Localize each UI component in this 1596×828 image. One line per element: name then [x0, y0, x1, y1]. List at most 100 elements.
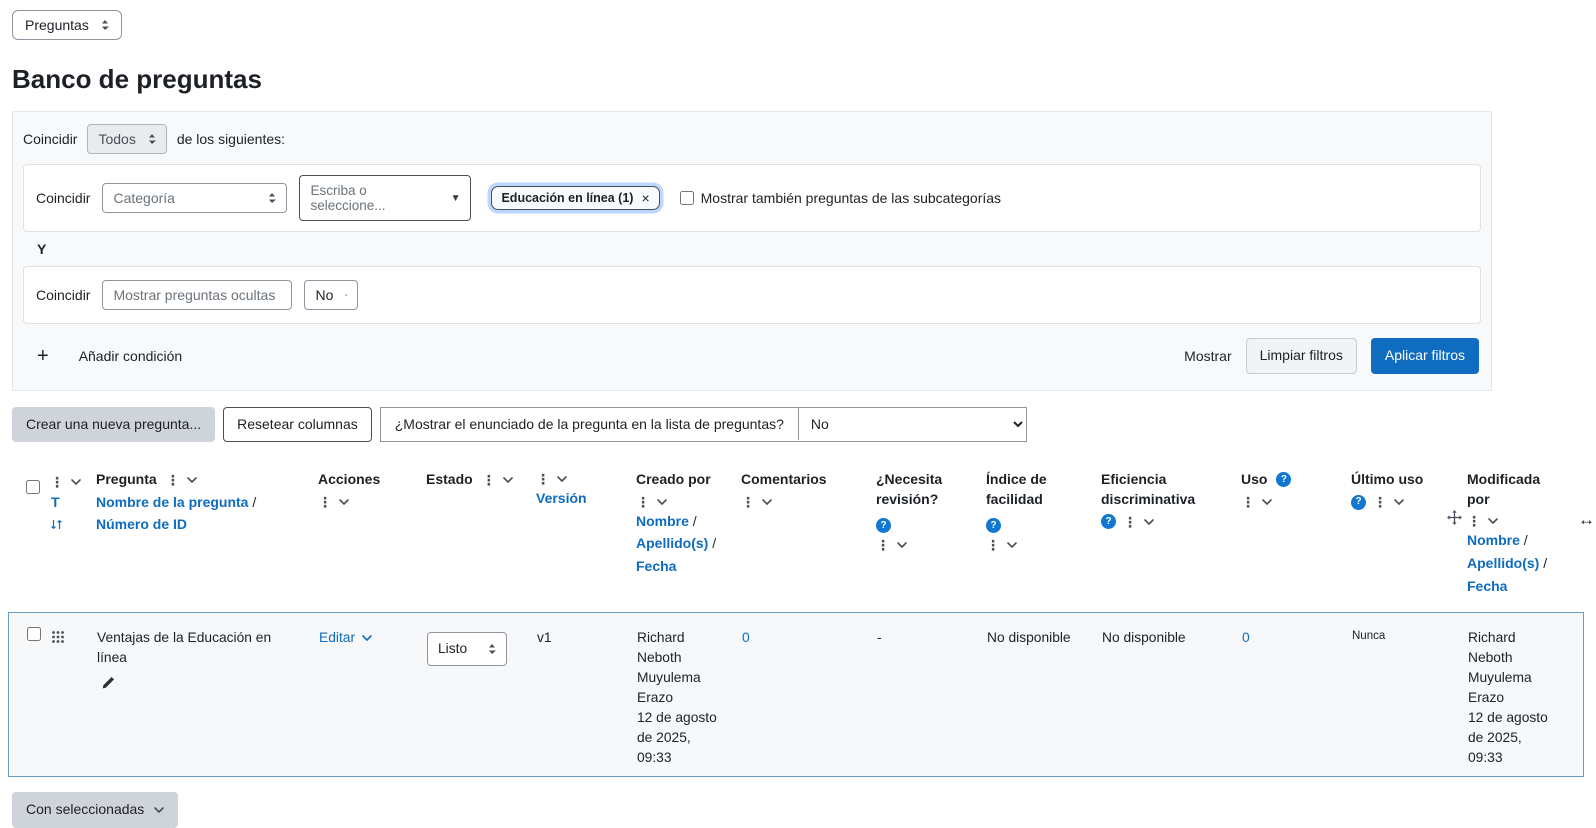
chevron-down-icon[interactable] — [1262, 499, 1272, 505]
chevron-down-icon[interactable] — [1488, 518, 1498, 524]
filter-row-hidden: Coincidir Mostrar preguntas ocultas No — [23, 266, 1481, 324]
sort-version-link[interactable]: Versión — [536, 490, 587, 506]
header-select-all — [8, 464, 44, 604]
category-combobox[interactable]: Escriba o seleccione... ▼ — [299, 175, 471, 221]
filter-row-category: Coincidir Categoría Escriba o seleccione… — [23, 164, 1481, 232]
sort-created-date-link[interactable]: Fecha — [636, 558, 676, 574]
help-icon[interactable]: ? — [986, 518, 1001, 533]
modified-by-name: Richard Neboth Muyulema Erazo — [1468, 628, 1558, 708]
subcategories-label[interactable]: Mostrar también preguntas de las subcate… — [701, 190, 1001, 206]
sort-type-link[interactable]: T — [51, 493, 84, 513]
column-menu-icon[interactable]: ⋮ — [166, 473, 180, 487]
row-checkbox[interactable] — [27, 627, 41, 641]
question-text-display-label: ¿Mostrar el enunciado de la pregunta en … — [381, 416, 798, 432]
chevron-down-icon[interactable] — [187, 477, 197, 483]
select-all-checkbox[interactable] — [26, 480, 40, 494]
needs-checking-header-label: ¿Necesita revisión? — [876, 470, 974, 509]
add-condition-button[interactable]: + Añadir condición — [25, 346, 182, 366]
sort-created-surname-link[interactable]: Apellido(s) — [636, 535, 708, 551]
sort-modified-name-link[interactable]: Nombre — [1467, 532, 1520, 548]
chevron-down-icon[interactable] — [503, 477, 513, 483]
column-menu-icon[interactable]: ⋮ — [318, 495, 332, 509]
actions-header-label: Acciones — [318, 470, 414, 490]
clear-filters-button[interactable]: Limpiar filtros — [1246, 338, 1357, 374]
edit-menu[interactable]: Editar — [319, 628, 372, 648]
page-mode-select[interactable]: Preguntas — [12, 10, 122, 40]
subcategories-checkbox[interactable] — [680, 191, 694, 205]
plus-icon: + — [37, 346, 49, 366]
reset-columns-button[interactable]: Resetear columnas — [223, 407, 372, 443]
question-header-label: Pregunta — [96, 470, 157, 490]
chevron-down-icon — [362, 635, 372, 641]
match-type-value: Todos — [98, 131, 135, 147]
chevron-down-icon[interactable] — [71, 479, 81, 485]
remove-tag-icon[interactable]: × — [641, 191, 649, 205]
column-menu-icon[interactable]: ⋮ — [1123, 515, 1137, 529]
column-menu-icon[interactable]: ⋮ — [482, 473, 496, 487]
created-by-cell: Richard Neboth Muyulema Erazo 12 de agos… — [631, 613, 736, 776]
column-menu-icon[interactable]: ⋮ — [636, 495, 650, 509]
sort-created-name-link[interactable]: Nombre — [636, 513, 689, 529]
chevron-down-icon[interactable] — [1394, 499, 1404, 505]
top-navigation: Preguntas — [0, 0, 1596, 40]
created-by-name: Richard Neboth Muyulema Erazo — [637, 628, 726, 708]
comments-count-link[interactable]: 0 — [742, 630, 750, 645]
help-icon[interactable]: ? — [1351, 495, 1366, 510]
filter-field-select[interactable]: Categoría — [102, 183, 287, 213]
chevron-down-icon[interactable] — [762, 499, 772, 505]
chevron-down-icon[interactable] — [897, 542, 907, 548]
help-icon[interactable]: ? — [1276, 472, 1291, 487]
hidden-questions-value-select[interactable]: No — [304, 280, 358, 310]
resize-column-icon[interactable]: ↔ — [1578, 508, 1595, 532]
hidden-questions-select[interactable]: Mostrar preguntas ocultas — [102, 280, 292, 310]
question-text-display-select[interactable]: No — [798, 408, 1026, 440]
match-type-select[interactable]: Todos — [87, 124, 166, 154]
column-menu-icon[interactable]: ⋮ — [50, 475, 64, 489]
updown-icon — [345, 289, 347, 301]
status-select[interactable]: Listo — [427, 632, 507, 666]
sort-modified-surname-link[interactable]: Apellido(s) — [1467, 555, 1539, 571]
chevron-down-icon[interactable] — [1144, 519, 1154, 525]
chevron-down-icon[interactable] — [557, 476, 567, 482]
column-menu-icon[interactable]: ⋮ — [1467, 514, 1481, 528]
apply-filters-button[interactable]: Aplicar filtros — [1371, 338, 1479, 374]
question-bank-table: ⋮ T Pregunta ⋮ Nombre de la pregunta / N… — [8, 464, 1584, 777]
help-icon[interactable]: ? — [876, 518, 891, 533]
create-question-button[interactable]: Crear una nueva pregunta... — [12, 407, 215, 443]
sort-question-id-link[interactable]: Número de ID — [96, 516, 187, 532]
selected-category-tag[interactable]: Educación en línea (1) × — [491, 186, 659, 210]
chevron-down-icon[interactable] — [1007, 542, 1017, 548]
move-column-icon[interactable] — [1447, 510, 1462, 525]
sort-modified-date-link[interactable]: Fecha — [1467, 578, 1507, 594]
chevron-down-icon[interactable] — [339, 499, 349, 505]
help-icon[interactable]: ? — [1101, 514, 1116, 529]
column-menu-icon[interactable]: ⋮ — [1373, 495, 1387, 509]
header-discriminative-efficiency: Eficiencia discriminativa ? ⋮ — [1095, 464, 1235, 604]
question-name-cell: Ventajas de la Educación en línea — [91, 613, 313, 776]
question-name[interactable]: Ventajas de la Educación en línea — [97, 628, 303, 668]
modified-by-cell: Richard Neboth Muyulema Erazo 12 de agos… — [1462, 613, 1568, 776]
updown-icon — [148, 133, 156, 145]
needs-checking-cell: - — [871, 613, 981, 776]
with-selected-button[interactable]: Con seleccionadas — [12, 792, 178, 828]
sort-direction-icon[interactable] — [50, 518, 63, 531]
usage-count-link[interactable]: 0 — [1242, 630, 1250, 645]
facility-index-cell: No disponible — [981, 613, 1096, 776]
actions-cell: Editar — [313, 613, 421, 776]
page-mode-value: Preguntas — [25, 17, 89, 33]
selected-category-label: Educación en línea (1) — [501, 191, 633, 205]
header-modified-by: ↔ Modificada por ⋮ Nombre / Apellido(s) … — [1461, 464, 1567, 604]
sort-question-name-link[interactable]: Nombre de la pregunta — [96, 494, 248, 510]
column-menu-icon[interactable]: ⋮ — [536, 472, 550, 486]
column-menu-icon[interactable]: ⋮ — [986, 538, 1000, 552]
chevron-down-icon[interactable] — [657, 499, 667, 505]
match-suffix-label: de los siguientes: — [177, 131, 285, 147]
edit-name-icon[interactable] — [101, 676, 115, 690]
question-text-display-group: ¿Mostrar el enunciado de la pregunta en … — [380, 407, 1027, 443]
column-menu-icon[interactable]: ⋮ — [1241, 495, 1255, 509]
status-value: Listo — [438, 639, 467, 659]
drag-handle-icon[interactable] — [51, 630, 65, 644]
column-menu-icon[interactable]: ⋮ — [741, 495, 755, 509]
discriminative-efficiency-header-label: Eficiencia discriminativa — [1101, 470, 1229, 509]
column-menu-icon[interactable]: ⋮ — [876, 538, 890, 552]
